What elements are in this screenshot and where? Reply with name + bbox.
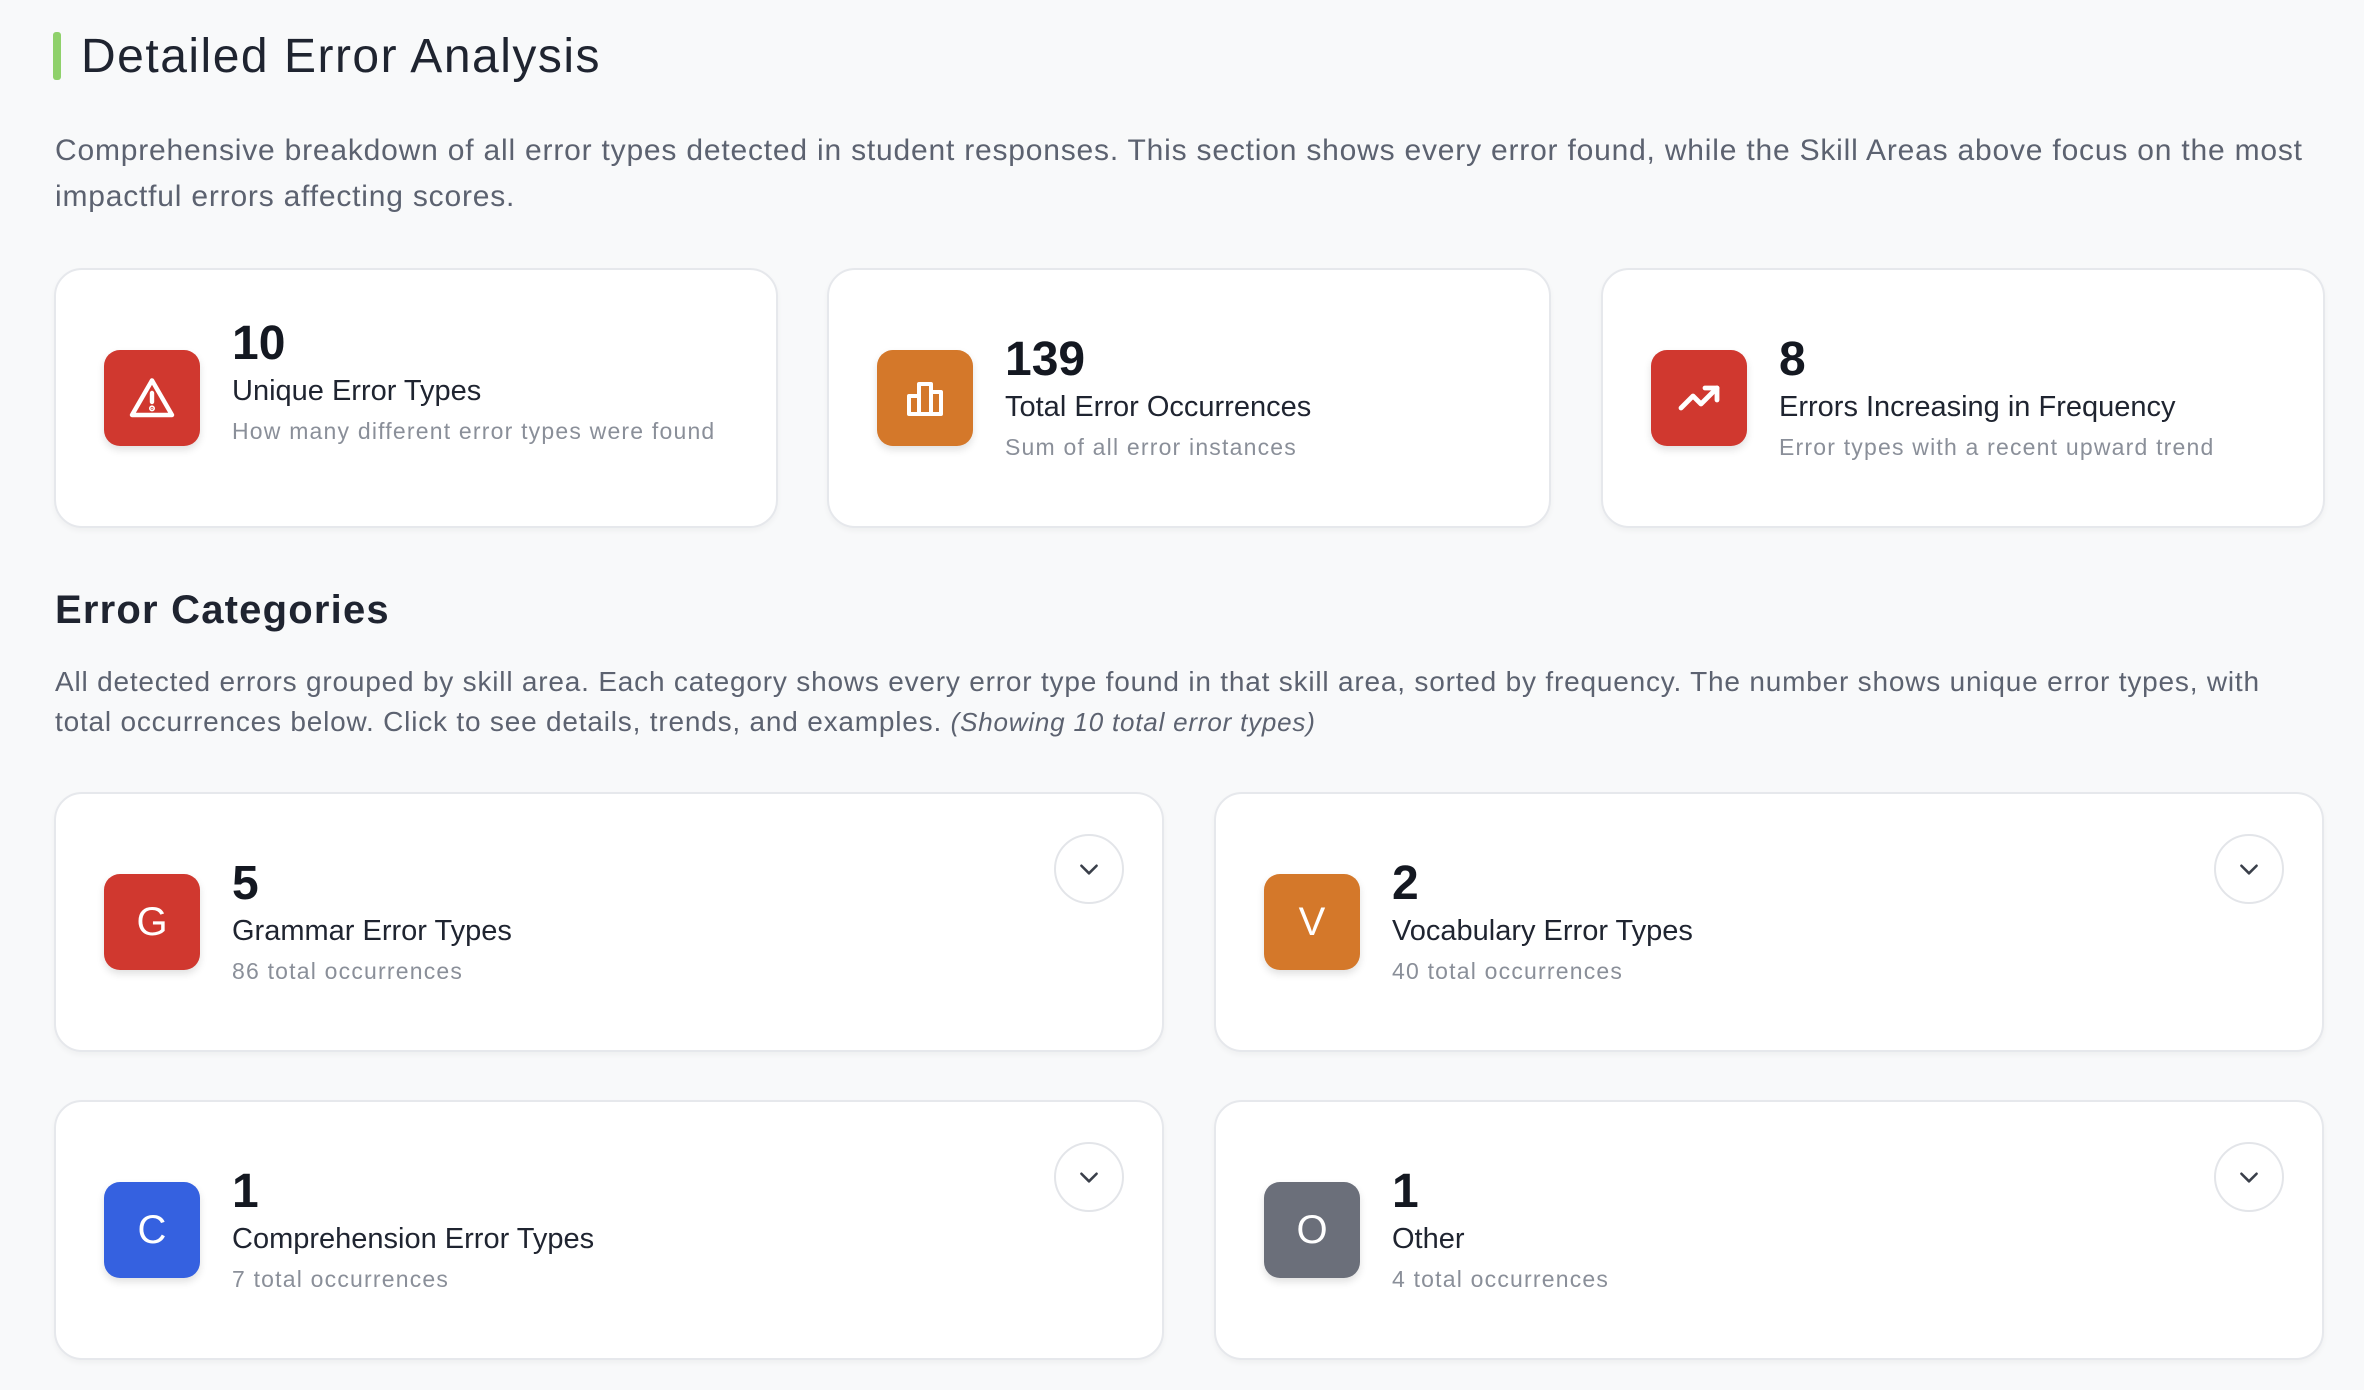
section-title: Detailed Error Analysis bbox=[81, 29, 602, 83]
category-letter-badge: C bbox=[104, 1182, 200, 1278]
category-label: Vocabulary Error Types bbox=[1392, 915, 1693, 947]
trending-up-icon bbox=[1651, 350, 1747, 446]
category-label: Other bbox=[1392, 1223, 1465, 1255]
category-card-vocabulary[interactable]: V 2 Vocabulary Error Types 40 total occu… bbox=[1214, 792, 2324, 1052]
summary-card-increasing-errors: 8 Errors Increasing in Frequency Error t… bbox=[1601, 268, 2325, 528]
category-label: Grammar Error Types bbox=[232, 915, 512, 947]
summary-card-text: 10 Unique Error Types How many different… bbox=[232, 318, 732, 448]
section-description: Comprehensive breakdown of all error typ… bbox=[55, 134, 2303, 213]
expand-button[interactable] bbox=[1054, 1142, 1124, 1212]
summary-card-text: 139 Total Error Occurrences Sum of all e… bbox=[1005, 334, 1505, 464]
category-text: 5 Grammar Error Types 86 total occurrenc… bbox=[232, 858, 1032, 988]
summary-value: 8 bbox=[1779, 333, 1806, 386]
summary-label: Unique Error Types bbox=[232, 375, 482, 407]
category-text: 2 Vocabulary Error Types 40 total occurr… bbox=[1392, 858, 2192, 988]
category-count: 1 bbox=[232, 1165, 259, 1218]
summary-card-total-occurrences: 139 Total Error Occurrences Sum of all e… bbox=[827, 268, 1551, 528]
category-text: 1 Comprehension Error Types 7 total occu… bbox=[232, 1166, 1032, 1296]
category-text: 1 Other 4 total occurrences bbox=[1392, 1166, 2192, 1296]
category-label: Comprehension Error Types bbox=[232, 1223, 595, 1255]
summary-label: Total Error Occurrences bbox=[1005, 391, 1312, 423]
section-accent-bar bbox=[53, 32, 61, 80]
summary-subtext: How many different error types were foun… bbox=[232, 418, 716, 444]
categories-description: All detected errors grouped by skill are… bbox=[55, 662, 2325, 742]
category-count: 1 bbox=[1392, 1165, 1419, 1218]
summary-value: 10 bbox=[232, 317, 286, 370]
summary-subtext: Sum of all error instances bbox=[1005, 434, 1297, 460]
category-occurrences: 40 total occurrences bbox=[1392, 958, 1624, 984]
chevron-down-icon bbox=[1080, 1172, 1098, 1183]
bar-chart-icon bbox=[877, 350, 973, 446]
summary-value: 139 bbox=[1005, 333, 1086, 386]
section-header: Detailed Error Analysis bbox=[53, 29, 602, 83]
expand-button[interactable] bbox=[2214, 1142, 2284, 1212]
expand-button[interactable] bbox=[2214, 834, 2284, 904]
alert-triangle-icon bbox=[104, 350, 200, 446]
categories-note: (Showing 10 total error types) bbox=[950, 707, 1316, 737]
category-occurrences: 4 total occurrences bbox=[1392, 1266, 1610, 1292]
category-occurrences: 7 total occurrences bbox=[232, 1266, 450, 1292]
summary-card-text: 8 Errors Increasing in Frequency Error t… bbox=[1779, 334, 2279, 464]
chevron-down-icon bbox=[1080, 864, 1098, 875]
category-card-other[interactable]: O 1 Other 4 total occurrences bbox=[1214, 1100, 2324, 1360]
category-letter-badge: O bbox=[1264, 1182, 1360, 1278]
category-count: 5 bbox=[232, 857, 259, 910]
category-letter-badge: V bbox=[1264, 874, 1360, 970]
summary-label: Errors Increasing in Frequency bbox=[1779, 391, 2176, 423]
summary-subtext: Error types with a recent upward trend bbox=[1779, 434, 2215, 460]
expand-button[interactable] bbox=[1054, 834, 1124, 904]
summary-card-unique-error-types: 10 Unique Error Types How many different… bbox=[54, 268, 778, 528]
error-analysis-page: Detailed Error Analysis Comprehensive br… bbox=[0, 0, 2364, 1390]
category-card-grammar[interactable]: G 5 Grammar Error Types 86 total occurre… bbox=[54, 792, 1164, 1052]
chevron-down-icon bbox=[2240, 1172, 2258, 1183]
category-card-comprehension[interactable]: C 1 Comprehension Error Types 7 total oc… bbox=[54, 1100, 1164, 1360]
chevron-down-icon bbox=[2240, 864, 2258, 875]
category-count: 2 bbox=[1392, 857, 1419, 910]
category-letter-badge: G bbox=[104, 874, 200, 970]
categories-title: Error Categories bbox=[55, 588, 390, 632]
category-occurrences: 86 total occurrences bbox=[232, 958, 464, 984]
